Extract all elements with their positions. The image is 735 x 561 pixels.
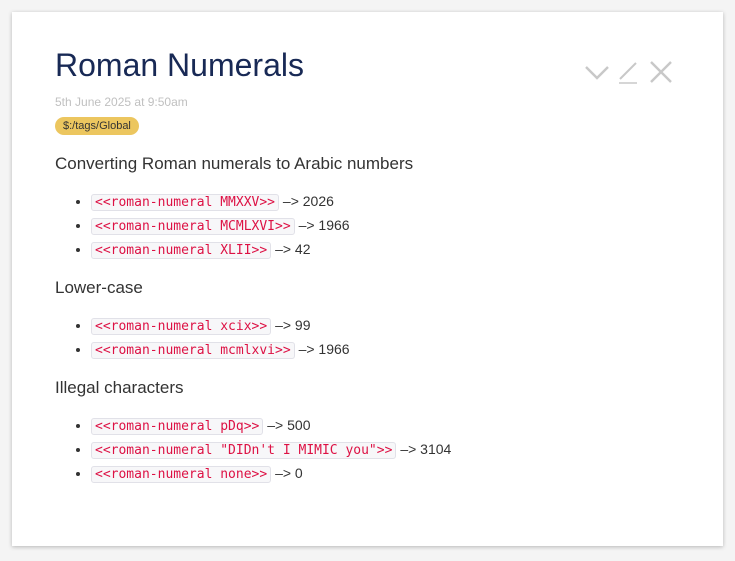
result-text: –> 3104 — [400, 441, 452, 457]
result-text: –> 0 — [275, 465, 303, 481]
edit-button[interactable] — [615, 58, 643, 86]
list-item: <<roman-numeral "DIDn't I MIMIC you">> –… — [91, 438, 683, 462]
pencil-icon — [619, 62, 637, 84]
list-item: <<roman-numeral mcmlxvi>> –> 1966 — [91, 338, 683, 362]
section-heading: Converting Roman numerals to Arabic numb… — [55, 154, 414, 173]
list-item: <<roman-numeral MMXXV>> –> 2026 — [91, 190, 683, 214]
fold-button[interactable] — [583, 58, 611, 86]
tag-pill[interactable]: $:/tags/Global — [55, 117, 139, 135]
macro-code: <<roman-numeral MCMLXVI>> — [91, 218, 295, 235]
example-list: <<roman-numeral MMXXV>> –> 2026 <<roman-… — [55, 190, 683, 262]
macro-code: <<roman-numeral pDq>> — [91, 418, 264, 435]
list-item: <<roman-numeral none>> –> 0 — [91, 462, 683, 486]
example-list: <<roman-numeral xcix>> –> 99 <<roman-num… — [55, 314, 683, 362]
macro-code: <<roman-numeral mcmlxvi>> — [91, 342, 295, 359]
close-button[interactable] — [647, 58, 675, 86]
list-item: <<roman-numeral pDq>> –> 500 — [91, 414, 683, 438]
result-text: –> 99 — [275, 317, 311, 333]
list-item: <<roman-numeral MCMLXVI>> –> 1966 — [91, 214, 683, 238]
tiddler-subtitle: 5th June 2025 at 9:50am — [55, 95, 188, 109]
tiddler-body: Converting Roman numerals to Arabic numb… — [55, 152, 683, 500]
macro-code: <<roman-numeral none>> — [91, 466, 272, 483]
section-heading: Illegal characters — [55, 378, 184, 397]
list-item: <<roman-numeral XLII>> –> 42 — [91, 238, 683, 262]
result-text: –> 1966 — [298, 341, 350, 357]
section-heading: Lower-case — [55, 278, 143, 297]
example-list: <<roman-numeral pDq>> –> 500 <<roman-num… — [55, 414, 683, 486]
result-text: –> 42 — [275, 241, 311, 257]
macro-code: <<roman-numeral MMXXV>> — [91, 194, 280, 211]
result-text: –> 500 — [267, 417, 311, 433]
macro-code: <<roman-numeral XLII>> — [91, 242, 272, 259]
result-text: –> 1966 — [298, 217, 350, 233]
list-item: <<roman-numeral xcix>> –> 99 — [91, 314, 683, 338]
tiddler-title: Roman Numerals — [55, 47, 304, 83]
macro-code: <<roman-numeral "DIDn't I MIMIC you">> — [91, 442, 397, 459]
macro-code: <<roman-numeral xcix>> — [91, 318, 272, 335]
chevron-down-icon — [585, 66, 609, 80]
result-text: –> 2026 — [282, 193, 334, 209]
tiddler-controls — [583, 58, 675, 86]
close-icon — [650, 61, 672, 83]
tiddler-frame: Roman Numerals 5th June 2025 at 9:50am $… — [12, 12, 723, 546]
